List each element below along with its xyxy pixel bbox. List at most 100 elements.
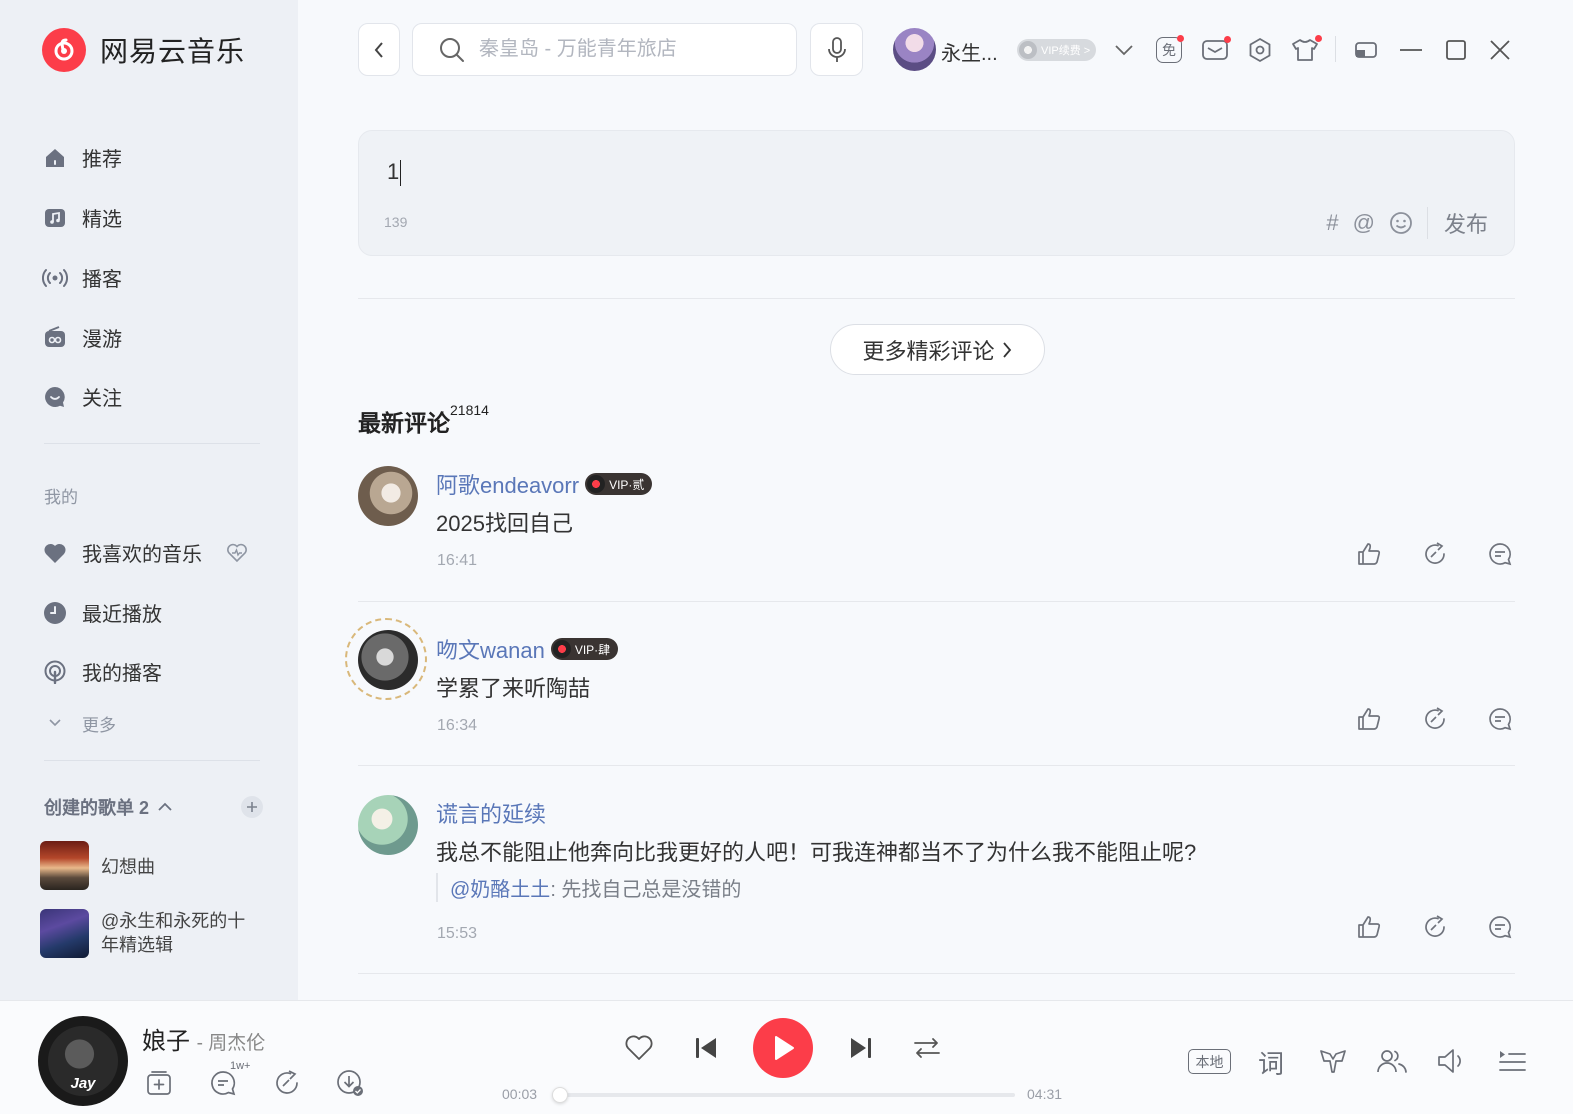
nav-item-roam[interactable]: 漫游 xyxy=(42,323,122,352)
nav-item-podcast[interactable]: 播客 xyxy=(42,263,122,292)
share-icon xyxy=(273,1069,301,1097)
maximize-icon xyxy=(1445,39,1467,61)
share-song-button[interactable] xyxy=(272,1068,302,1098)
playlist-item[interactable]: 幻想曲 xyxy=(40,841,155,890)
sound-effect-icon xyxy=(1318,1047,1348,1075)
search-input[interactable] xyxy=(479,38,779,61)
heartbeat-mode-icon[interactable] xyxy=(226,543,248,563)
chat-bubble-icon xyxy=(42,384,68,410)
playlist-queue-button[interactable] xyxy=(1497,1046,1527,1076)
comment-divider xyxy=(358,601,1515,602)
emoji-button[interactable] xyxy=(1389,211,1413,235)
progress-handle[interactable] xyxy=(552,1087,569,1103)
add-to-playlist-button[interactable] xyxy=(144,1068,174,1098)
share-button[interactable] xyxy=(1420,539,1450,569)
notification-dot xyxy=(1315,35,1322,42)
comment-icon xyxy=(209,1069,237,1097)
mini-mode-button[interactable] xyxy=(1352,36,1380,64)
album-cover[interactable]: Jay xyxy=(38,1016,128,1106)
hashtag-button[interactable]: # xyxy=(1326,210,1338,236)
comment-icon xyxy=(1487,914,1513,940)
like-button[interactable] xyxy=(1354,539,1384,569)
now-playing[interactable]: 娘子 - 周杰伦 xyxy=(142,1021,265,1056)
listen-together-button[interactable] xyxy=(1377,1046,1407,1076)
nav-item-recommend[interactable]: 推荐 xyxy=(42,143,122,172)
commenter-name[interactable]: 谎言的延续 xyxy=(436,797,546,829)
next-track-button[interactable] xyxy=(846,1033,876,1063)
close-button[interactable] xyxy=(1486,36,1514,64)
back-button[interactable] xyxy=(358,23,400,76)
search-icon xyxy=(439,37,465,63)
progress-bar[interactable] xyxy=(552,1087,1015,1103)
char-count: 139 xyxy=(384,214,408,230)
share-button[interactable] xyxy=(1420,704,1450,734)
comment-text: 学累了来听陶喆 xyxy=(436,676,591,701)
more-hot-comments-button[interactable]: 更多精彩评论 xyxy=(830,324,1045,375)
messages-button[interactable] xyxy=(1201,36,1231,64)
reply-username[interactable]: @奶酪土土 xyxy=(450,879,550,901)
account-dropdown-button[interactable] xyxy=(1110,36,1138,64)
free-mode-button[interactable]: 免 xyxy=(1155,35,1184,64)
sidebar-item-recent[interactable]: 最近播放 xyxy=(42,598,162,627)
plus-icon xyxy=(246,801,258,813)
comment-divider xyxy=(358,973,1515,974)
vip-renew-badge[interactable]: VIP续费 > xyxy=(1017,39,1097,61)
commenter-avatar[interactable] xyxy=(358,466,418,526)
created-playlists-header[interactable]: 创建的歌单 2 xyxy=(44,794,173,820)
lyrics-button[interactable]: 词 xyxy=(1258,1044,1284,1081)
commenter-avatar[interactable] xyxy=(358,795,418,855)
search-box[interactable] xyxy=(412,23,797,76)
comment-input[interactable]: 1 xyxy=(387,159,402,187)
sidebar-item-my-podcast[interactable]: 我的播客 xyxy=(42,657,162,686)
sound-effect-button[interactable] xyxy=(1318,1046,1348,1076)
comment-editor[interactable]: 1 139 # @ 发布 xyxy=(358,130,1515,256)
username[interactable]: 永生... xyxy=(941,37,998,66)
chevron-down-icon xyxy=(42,710,68,736)
reply-button[interactable] xyxy=(1485,539,1515,569)
minimize-button[interactable] xyxy=(1397,36,1425,64)
playlist-cover xyxy=(40,841,89,890)
share-button[interactable] xyxy=(1420,912,1450,942)
nav-item-featured[interactable]: 精选 xyxy=(42,203,122,232)
voice-search-button[interactable] xyxy=(810,23,863,76)
playlist-title: @永生和永死的十年精选辑 xyxy=(101,911,246,955)
app-logo[interactable]: 网易云音乐 xyxy=(42,28,245,72)
users-icon xyxy=(1376,1047,1408,1075)
vip-label: VIP·贰 xyxy=(609,477,645,492)
nav-item-follow[interactable]: 关注 xyxy=(42,382,122,411)
artist-name[interactable]: - 周杰伦 xyxy=(197,1033,266,1054)
reply-button[interactable] xyxy=(1485,912,1515,942)
volume-button[interactable] xyxy=(1436,1046,1466,1076)
local-quality-button[interactable]: 本地 xyxy=(1188,1049,1231,1074)
like-song-button[interactable] xyxy=(624,1033,654,1063)
heart-icon xyxy=(624,1034,654,1062)
play-button[interactable] xyxy=(753,1018,813,1078)
settings-button[interactable] xyxy=(1246,36,1274,64)
add-playlist-button[interactable] xyxy=(241,796,263,818)
playlist-item[interactable]: @永生和永死的十年精选辑 xyxy=(40,909,251,958)
maximize-button[interactable] xyxy=(1442,36,1470,64)
commenter-name[interactable]: 吻文wanan VIP·肆 xyxy=(436,633,619,665)
commenter-name[interactable]: 阿歌endeavorr VIP·贰 xyxy=(436,468,653,500)
chevron-up-icon xyxy=(157,802,173,812)
song-comments-button[interactable]: 1w+ xyxy=(208,1060,251,1098)
close-icon xyxy=(1489,39,1511,61)
commenter-avatar[interactable] xyxy=(358,630,418,690)
previous-track-button[interactable] xyxy=(691,1033,721,1063)
skin-button[interactable] xyxy=(1291,35,1322,64)
commenter-name-text: 阿歌endeavorr xyxy=(436,473,580,498)
download-button[interactable] xyxy=(335,1068,365,1098)
vip-badge: VIP·肆 xyxy=(550,638,619,660)
reply-button[interactable] xyxy=(1485,704,1515,734)
play-mode-button[interactable] xyxy=(912,1033,942,1063)
emoji-icon xyxy=(1389,211,1413,235)
sidebar-more[interactable]: 更多 xyxy=(42,710,116,736)
publish-button[interactable]: 发布 xyxy=(1426,207,1488,239)
like-button[interactable] xyxy=(1354,704,1384,734)
mention-button[interactable]: @ xyxy=(1353,210,1375,236)
sidebar-item-liked-music[interactable]: 我喜欢的音乐 xyxy=(42,538,248,567)
user-avatar[interactable] xyxy=(893,28,936,71)
like-button[interactable] xyxy=(1354,912,1384,942)
quoted-reply: @奶酪土土: 先找自己总是没错的 xyxy=(436,873,741,902)
text-caret xyxy=(400,160,402,187)
